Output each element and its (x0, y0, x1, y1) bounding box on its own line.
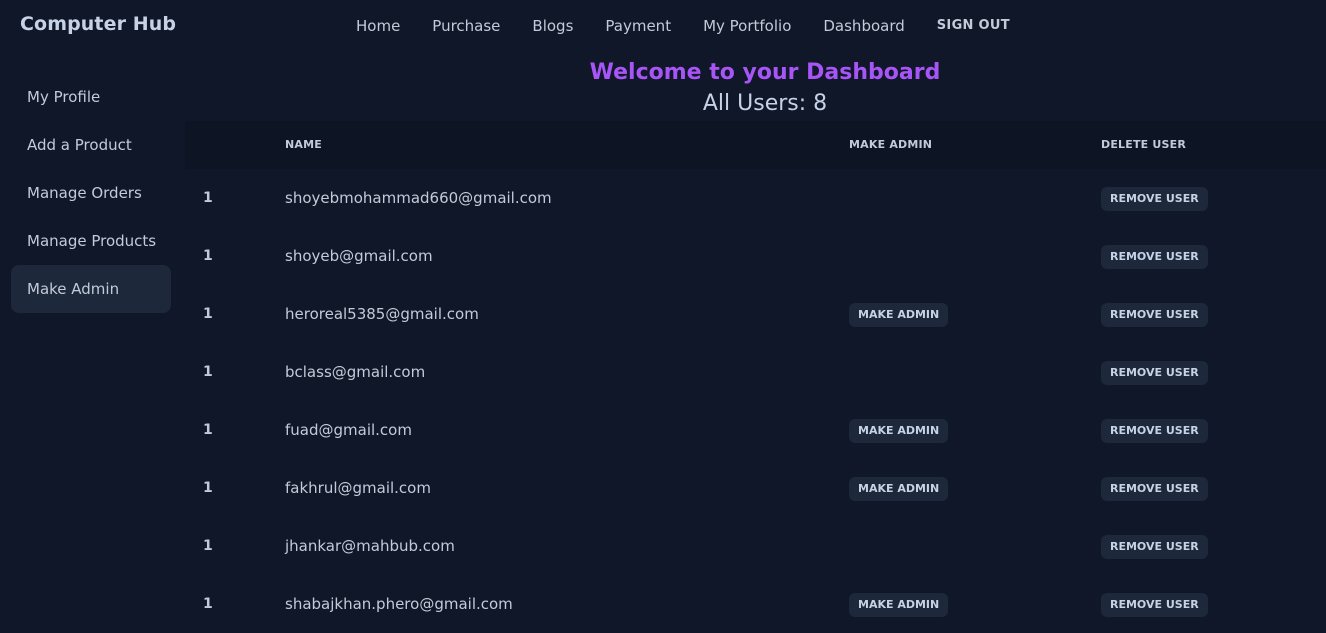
table-row: 1 bclass@gmail.com Remove User (185, 343, 1326, 401)
table-row: 1 fakhrul@gmail.com Make Admin Remove User (185, 459, 1326, 517)
header-name: Name (285, 138, 322, 151)
row-email: fuad@gmail.com (285, 421, 412, 439)
row-index: 1 (203, 538, 213, 554)
sidebar-item-manage-orders[interactable]: Manage Orders (11, 169, 171, 217)
table-row: 1 shoyebmohammad660@gmail.com Remove User (185, 169, 1326, 227)
make-admin-button[interactable]: Make Admin (849, 593, 949, 617)
nav-dashboard[interactable]: Dashboard (807, 0, 920, 52)
table-row: 1 heroreal5385@gmail.com Make Admin Remove … (185, 285, 1326, 343)
make-admin-button[interactable]: Make Admin (849, 303, 949, 327)
remove-user-button[interactable]: Remove User (1101, 361, 1208, 385)
navbar: Computer Hub Home Purchase Blogs Payment… (0, 0, 1326, 52)
table-body: 1 shoyebmohammad660@gmail.com Remove User 1… (185, 169, 1326, 633)
sidebar-item-manage-products[interactable]: Manage Products (11, 217, 171, 265)
nav-my-portfolio[interactable]: My Portfolio (687, 0, 807, 52)
row-email: fakhrul@gmail.com (285, 479, 431, 497)
table-row: 1 fuad@gmail.com Make Admin Remove User (185, 401, 1326, 459)
nav-purchase[interactable]: Purchase (416, 0, 516, 52)
table-row: 1 shoyeb@gmail.com Remove User (185, 227, 1326, 285)
remove-user-button[interactable]: Remove User (1101, 245, 1208, 269)
remove-user-button[interactable]: Remove User (1101, 593, 1208, 617)
row-email: heroreal5385@gmail.com (285, 305, 479, 323)
make-admin-button[interactable]: Make Admin (849, 477, 949, 501)
sidebar-item-add-product[interactable]: Add a Product (11, 121, 171, 169)
row-index: 1 (203, 422, 213, 438)
table-header: Name Make Admin Delete User (185, 121, 1326, 169)
nav-home[interactable]: Home (340, 0, 416, 52)
row-index: 1 (203, 190, 213, 206)
header-make-admin: Make Admin (849, 138, 933, 151)
row-index: 1 (203, 364, 213, 380)
brand-logo[interactable]: Computer Hub (20, 13, 176, 35)
users-table: Name Make Admin Delete User 1 shoyebmoham… (185, 121, 1326, 617)
user-count: All Users: 8 (702, 91, 828, 116)
header-delete-user: Delete User (1101, 138, 1187, 151)
row-index: 1 (203, 306, 213, 322)
remove-user-button[interactable]: Remove User (1101, 419, 1208, 443)
remove-user-button[interactable]: Remove User (1101, 303, 1208, 327)
nav-payment[interactable]: Payment (589, 0, 687, 52)
remove-user-button[interactable]: Remove User (1101, 535, 1208, 559)
nav-blogs[interactable]: Blogs (516, 0, 589, 52)
page-title: Welcome to your Dashboard (589, 60, 941, 85)
table-row: 1 shabajkhan.phero@gmail.com Make Admin Rem… (185, 575, 1326, 633)
sidebar-item-make-admin[interactable]: Make Admin (11, 265, 171, 313)
table-row: 1 jhankar@mahbub.com Remove User (185, 517, 1326, 575)
row-email: shoyeb@gmail.com (285, 247, 433, 265)
nav-links: Home Purchase Blogs Payment My Portfolio… (340, 0, 1026, 52)
row-email: shoyebmohammad660@gmail.com (285, 189, 552, 207)
make-admin-button[interactable]: Make Admin (849, 419, 949, 443)
row-email: jhankar@mahbub.com (285, 537, 455, 555)
sign-out-button[interactable]: SIGN OUT (921, 0, 1026, 52)
row-index: 1 (203, 480, 213, 496)
row-index: 1 (203, 248, 213, 264)
row-index: 1 (203, 596, 213, 612)
remove-user-button[interactable]: Remove User (1101, 477, 1208, 501)
row-email: shabajkhan.phero@gmail.com (285, 595, 513, 613)
remove-user-button[interactable]: Remove User (1101, 187, 1208, 211)
row-email: bclass@gmail.com (285, 363, 426, 381)
